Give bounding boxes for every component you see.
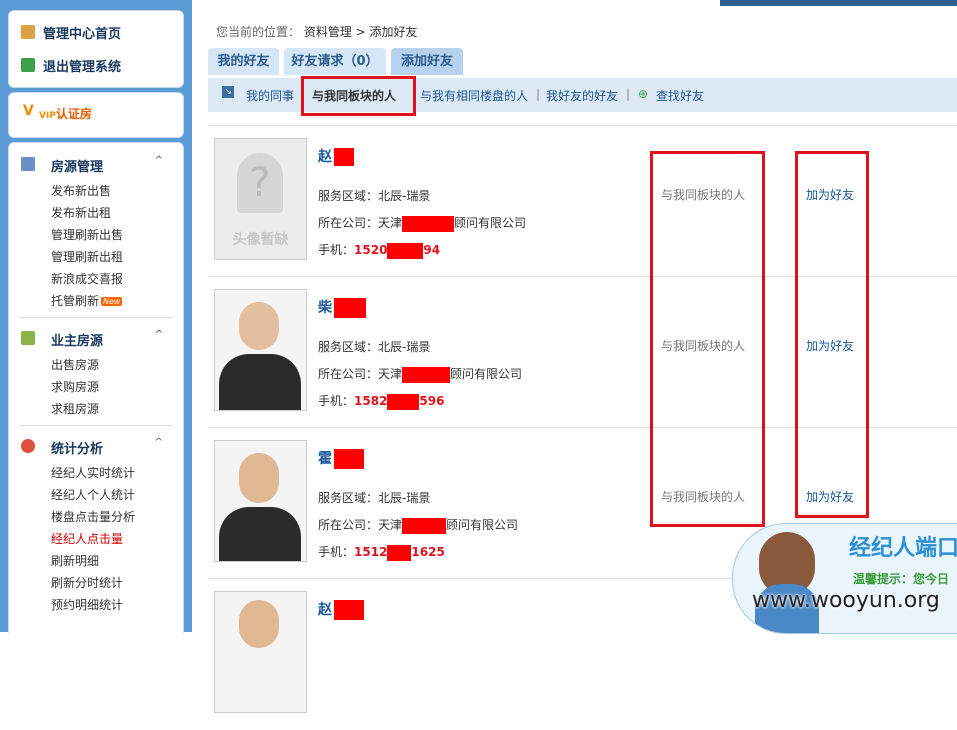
redaction (402, 215, 455, 232)
pie-chart-icon (21, 439, 35, 453)
new-badge: New (101, 297, 123, 306)
redaction (387, 242, 424, 259)
tab-friend-requests[interactable]: 好友请求（0） (284, 48, 386, 75)
menu-item[interactable]: 管理刷新出售 (51, 226, 123, 243)
house-manage-icon (21, 157, 35, 171)
collapse-icon[interactable]: ^ (155, 155, 163, 166)
promo-tip: 温馨提示：您今日 (853, 572, 950, 586)
redaction (387, 544, 412, 561)
avatar-photo (214, 289, 307, 411)
menu-item[interactable]: 托管刷新 New (51, 292, 123, 309)
service-area: 服务区域：北辰-瑞景 (318, 491, 431, 505)
divider (19, 317, 173, 318)
suit-icon (219, 354, 301, 410)
breadcrumb: 您当前的位置： 资料管理 > 添加好友 (216, 23, 418, 40)
menu-item[interactable]: 出售房源 (51, 356, 99, 373)
redaction (334, 148, 354, 166)
top-links-panel: 管理中心首页 退出管理系统 (8, 10, 184, 88)
menu-item[interactable]: 预约明细统计 (51, 596, 123, 613)
tab-add-friend[interactable]: 添加好友 (391, 48, 463, 75)
subnav-find-friends[interactable]: 查找好友 (656, 87, 704, 104)
watermark: www.wooyun.org (752, 588, 940, 613)
redaction (402, 517, 447, 534)
avatar-missing-label: 头像暂缺 (232, 232, 289, 248)
promo-widget[interactable]: 经纪人端口 温馨提示：您今日 (732, 523, 957, 634)
avatar-silhouette-icon: ? (237, 153, 283, 213)
collapse-icon[interactable]: ^ (155, 329, 163, 340)
divider (19, 425, 173, 426)
avatar-photo (214, 591, 307, 713)
section-title-listings[interactable]: 房源管理 (51, 156, 103, 175)
menu-item[interactable]: 新浪成交喜报 (51, 270, 123, 287)
menu-item[interactable]: 楼盘点击量分析 (51, 508, 135, 525)
vip-link[interactable]: VIP认证房 (39, 105, 92, 122)
collapse-icon[interactable]: ^ (155, 437, 163, 448)
menu-item[interactable]: 刷新分时统计 (51, 574, 123, 591)
menu-item[interactable]: 经纪人个人统计 (51, 486, 135, 503)
promo-title: 经纪人端口 (849, 536, 957, 561)
phone: 手机：1582 596 (318, 393, 445, 410)
subnav-colleagues[interactable]: 我的同事 (246, 87, 294, 104)
person-photo-icon (239, 453, 279, 503)
arrow-icon: ↘ (222, 86, 234, 98)
highlight-box-relation (650, 151, 765, 527)
highlight-box-add (795, 151, 869, 518)
company: 所在公司：天津 顾问有限公司 (318, 517, 519, 534)
section-title-stats[interactable]: 统计分析 (51, 438, 103, 457)
menu-item[interactable]: 发布新出售 (51, 182, 111, 199)
search-friend-icon: ⊕ (638, 87, 649, 101)
phone: 手机：1520 94 (318, 242, 441, 259)
breadcrumb-path: 资料管理 > 添加好友 (303, 25, 418, 39)
avatar-placeholder: ? 头像暂缺 (214, 138, 307, 260)
owner-listing-icon (21, 331, 35, 345)
company: 所在公司：天津 顾问有限公司 (318, 215, 527, 232)
menu-item[interactable]: 求租房源 (51, 400, 99, 417)
person-name[interactable]: 赵 (318, 599, 364, 620)
vip-icon: V (23, 103, 34, 119)
menu-item[interactable]: 求购房源 (51, 378, 99, 395)
menu-item[interactable]: 经纪人实时统计 (51, 464, 135, 481)
breadcrumb-prefix: 您当前的位置： (216, 25, 301, 39)
person-name[interactable]: 赵 (318, 146, 354, 166)
vip-panel: V VIP认证房 (8, 92, 184, 138)
home-icon (21, 25, 35, 39)
redaction (402, 366, 451, 383)
logout-icon (21, 58, 35, 72)
menu-item[interactable]: 发布新出租 (51, 204, 111, 221)
redaction (334, 449, 364, 469)
redaction (387, 393, 420, 410)
sidebar: 管理中心首页 退出管理系统 V VIP认证房 房源管理 ^ 发布新出售 发布新出… (0, 0, 192, 633)
top-strip (720, 0, 957, 6)
service-area: 服务区域：北辰-瑞景 (318, 189, 431, 203)
person-name[interactable]: 霍 (318, 448, 364, 469)
tab-my-friends[interactable]: 我的好友 (208, 48, 279, 75)
separator: | (536, 87, 541, 101)
home-link[interactable]: 管理中心首页 (43, 23, 121, 42)
menu-panel: 房源管理 ^ 发布新出售 发布新出租 管理刷新出售 管理刷新出租 新浪成交喜报 … (8, 142, 184, 633)
person-name[interactable]: 柴 (318, 297, 366, 318)
logout-link[interactable]: 退出管理系统 (43, 56, 121, 75)
menu-item-active[interactable]: 经纪人点击量 (51, 530, 123, 547)
section-title-owner[interactable]: 业主房源 (51, 330, 103, 349)
subnav-friends-of-friends[interactable]: 我好友的好友 (546, 87, 618, 104)
phone: 手机：1512 1625 (318, 544, 445, 561)
redaction (334, 600, 364, 620)
service-area: 服务区域：北辰-瑞景 (318, 340, 431, 354)
menu-item[interactable]: 刷新明细 (51, 552, 99, 569)
menu-item[interactable]: 管理刷新出租 (51, 248, 123, 265)
person-photo-icon (239, 600, 279, 648)
suit-icon (219, 507, 301, 561)
person-photo-icon (239, 302, 279, 350)
separator: | (626, 87, 631, 101)
highlight-box-subnav (301, 76, 416, 116)
subnav-same-estate[interactable]: 与我有相同楼盘的人 (420, 87, 528, 104)
company: 所在公司：天津 顾问有限公司 (318, 366, 523, 383)
redaction (334, 298, 366, 318)
avatar-photo (214, 440, 307, 562)
